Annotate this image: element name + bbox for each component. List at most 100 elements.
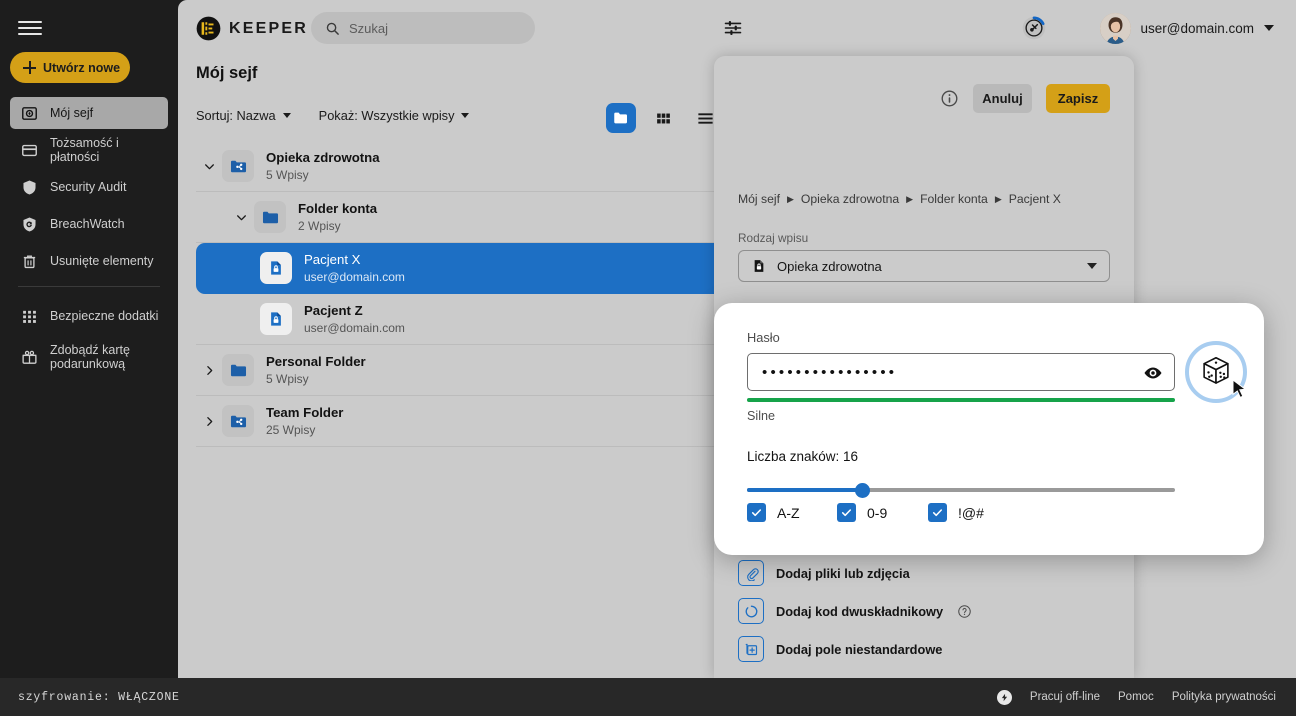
sidebar-item-vault[interactable]: Mój sejf: [10, 97, 168, 129]
breadcrumb-separator: ▶: [787, 193, 794, 204]
sidebar-item-identity-payments[interactable]: Tożsamość i płatności: [10, 134, 168, 166]
bolt-icon: [996, 689, 1012, 705]
status-link-offline[interactable]: Pracuj off-line: [1030, 691, 1100, 703]
account-menu[interactable]: user@domain.com: [1099, 12, 1274, 44]
sidebar-item-security-audit[interactable]: Security Audit: [10, 171, 168, 203]
sidebar-item-breachwatch[interactable]: BreachWatch: [10, 208, 168, 240]
breachwatch-icon: [23, 217, 36, 231]
list-controls: Sortuj: Nazwa Pokaż: Wszystkie wpisy: [196, 108, 470, 123]
chevron-down-icon[interactable]: [196, 160, 222, 173]
sidebar-item-label: Usunięte elementy: [50, 253, 154, 268]
option-label: !@#: [958, 504, 984, 521]
password-label: Hasło: [747, 330, 780, 345]
option-label: 0-9: [867, 504, 888, 521]
dice-icon: [1203, 356, 1229, 384]
chevron-right-icon[interactable]: [196, 364, 222, 377]
slider-thumb[interactable]: [855, 483, 871, 498]
row-text: Team Folder 25 Wpisy: [266, 404, 343, 438]
show-filter-dropdown[interactable]: Pokaż: Wszystkie wpisy: [319, 108, 470, 123]
chevron-right-icon[interactable]: [196, 415, 222, 428]
add-totp-row[interactable]: Dodaj kod dwuskładnikowy: [738, 598, 972, 624]
add-files-row[interactable]: Dodaj pliki lub zdjęcia: [738, 560, 910, 586]
checkbox-checked-icon: [928, 503, 947, 522]
option-uppercase[interactable]: A-Z: [747, 503, 837, 522]
vault-icon: [22, 106, 37, 120]
option-digits[interactable]: 0-9: [837, 503, 928, 522]
password-generator-popup: Hasło •••••••••••••••• Silne Liczba znak…: [714, 303, 1264, 555]
add-field-icon: [738, 636, 764, 662]
row-title: Pacjent X: [304, 252, 361, 267]
question-mark-icon[interactable]: [957, 604, 972, 619]
eye-icon[interactable]: [1143, 363, 1163, 383]
chevron-down-icon: [282, 113, 291, 118]
cancel-button[interactable]: Anuluj: [973, 84, 1032, 113]
offline-status-icon[interactable]: [1019, 13, 1049, 43]
chevron-down-icon: [461, 113, 470, 118]
record-lock-icon: [260, 303, 292, 335]
sidebar-nav: Mój sejf Tożsamość i płatności Security …: [0, 97, 178, 382]
chevron-down-icon[interactable]: [228, 211, 254, 224]
password-options: A-Z 0-9 !@#: [747, 503, 984, 522]
password-input[interactable]: ••••••••••••••••: [747, 353, 1175, 391]
totp-icon: [738, 598, 764, 624]
add-custom-field-row[interactable]: Dodaj pole niestandardowe: [738, 636, 942, 662]
status-link-privacy[interactable]: Polityka prywatności: [1172, 691, 1276, 703]
status-link-help[interactable]: Pomoc: [1118, 691, 1154, 703]
add-totp-label: Dodaj kod dwuskładnikowy: [776, 603, 944, 619]
breadcrumb-item[interactable]: Pacjent X: [1009, 192, 1061, 206]
filter-sliders-icon[interactable]: [723, 18, 743, 38]
add-custom-field-label: Dodaj pole niestandardowe: [776, 641, 943, 657]
avatar: [1099, 12, 1131, 44]
shared-folder-icon: [222, 150, 254, 182]
info-icon[interactable]: [940, 89, 959, 108]
row-subtitle: user@domain.com: [304, 269, 405, 284]
breadcrumb-item[interactable]: Mój sejf: [738, 192, 780, 206]
search-input[interactable]: Szukaj: [311, 12, 535, 44]
row-title: Folder konta: [298, 201, 378, 216]
sidebar-item-label: Mój sejf: [50, 105, 94, 120]
sort-dropdown-label: Sortuj: Nazwa: [196, 108, 276, 123]
detail-actions: Anuluj Zapisz: [940, 84, 1110, 113]
password-length-slider[interactable]: [747, 481, 1175, 499]
sidebar-item-secure-addons[interactable]: Bezpieczne dodatki: [10, 300, 168, 332]
show-filter-label: Pokaż: Wszystkie wpisy: [318, 108, 455, 123]
record-lock-icon: [260, 252, 292, 284]
record-type-select[interactable]: Opieka zdrowotna: [738, 250, 1110, 282]
search-placeholder: Szukaj: [349, 20, 389, 36]
view-mode-grid[interactable]: [648, 103, 678, 133]
hamburger-icon[interactable]: [18, 18, 42, 38]
sidebar: Utwórz nowe Mój sejf Tożsamość i płatnoś…: [0, 0, 178, 716]
breadcrumb-separator: ▶: [994, 193, 1002, 204]
list-icon: [697, 112, 713, 124]
checkbox-checked-icon: [747, 503, 766, 522]
sort-dropdown[interactable]: Sortuj: Nazwa: [196, 108, 291, 123]
row-subtitle: 5 Wpisy: [266, 371, 309, 386]
slider-fill: [747, 488, 863, 492]
row-text: Opieka zdrowotna 5 Wpisy: [266, 149, 380, 183]
sidebar-item-deleted-items[interactable]: Usunięte elementy: [10, 245, 168, 277]
save-button[interactable]: Zapisz: [1046, 84, 1110, 113]
breadcrumb-item[interactable]: Opieka zdrowotna: [801, 192, 899, 206]
keeper-logo-icon: [196, 16, 221, 41]
row-text: Pacjent X user@domain.com: [304, 251, 405, 285]
row-text: Pacjent Z user@domain.com: [304, 302, 405, 336]
row-subtitle: user@domain.com: [304, 320, 405, 335]
sidebar-item-gift-card[interactable]: Zdobądź kartę podarunkową: [10, 337, 168, 377]
sidebar-item-label: Zdobądź kartę podarunkową: [50, 342, 130, 371]
app-root: Utwórz nowe Mój sejf Tożsamość i płatnoś…: [0, 0, 1296, 716]
page-title: Mój sejf: [196, 64, 258, 82]
folder-icon: [254, 201, 286, 233]
sidebar-item-label: BreachWatch: [50, 216, 125, 231]
option-symbols[interactable]: !@#: [928, 503, 984, 522]
brand-logo: KEEPER: [196, 16, 308, 41]
row-subtitle: 2 Wpisy: [298, 218, 341, 233]
card-icon: [22, 144, 37, 156]
row-text: Personal Folder 5 Wpisy: [266, 353, 366, 387]
breadcrumb-item[interactable]: Folder konta: [920, 192, 988, 206]
status-bar: szyfrowanie: WŁĄCZONE Pracuj off-line Po…: [0, 678, 1296, 716]
checkbox-checked-icon: [837, 503, 856, 522]
create-new-button[interactable]: Utwórz nowe: [10, 52, 130, 83]
account-email: user@domain.com: [1140, 20, 1255, 36]
search-icon: [326, 22, 339, 35]
view-mode-folder[interactable]: [606, 103, 636, 133]
